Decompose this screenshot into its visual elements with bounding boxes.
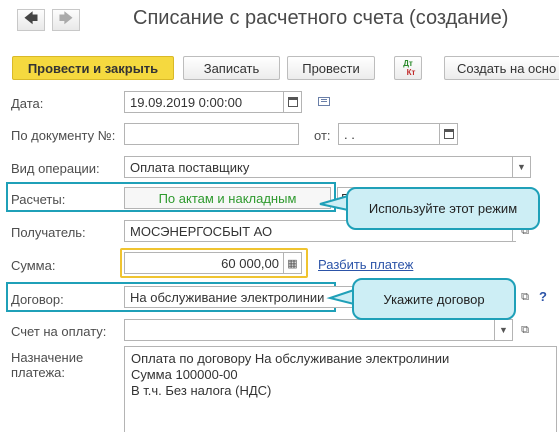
mode-callout-pointer <box>319 194 349 212</box>
mode-callout: Используйте этот режим <box>346 187 540 230</box>
mode-callout-text: Используйте этот режим <box>368 201 518 216</box>
contract-callout-text: Укажите договор <box>383 291 485 307</box>
contract-callout-pointer <box>326 288 355 306</box>
contract-callout: Укажите договор <box>352 278 516 320</box>
